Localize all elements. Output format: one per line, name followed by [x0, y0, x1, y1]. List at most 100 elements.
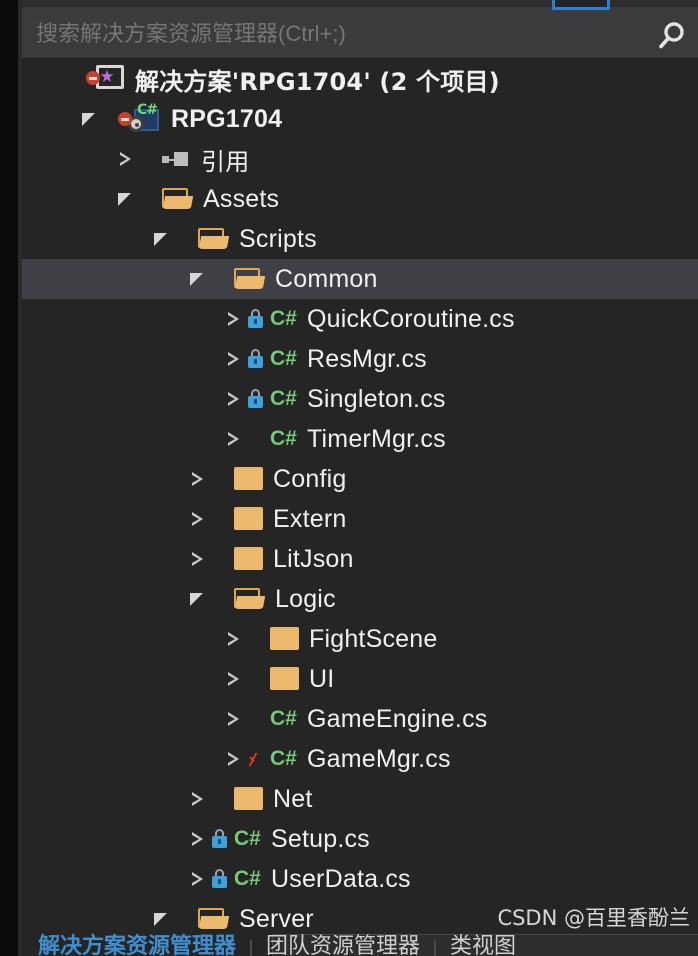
badge-placeholder	[210, 267, 230, 291]
tree-item-label: GameMgr.cs	[307, 744, 451, 773]
badge-placeholder	[210, 787, 230, 811]
expander-none-icon	[40, 59, 66, 99]
tree-item-litjson[interactable]: LitJson	[22, 539, 698, 579]
tree-item-label: Singleton.cs	[307, 384, 446, 413]
expander-expanded-icon[interactable]	[184, 259, 210, 299]
expander-collapsed-icon[interactable]	[220, 699, 246, 739]
tree-item-label: GameEngine.cs	[307, 704, 488, 733]
tree-item-resmgr-cs[interactable]: C# ResMgr.cs	[22, 339, 698, 379]
tree-item-label: Common	[275, 264, 378, 293]
search-input[interactable]	[34, 18, 638, 50]
tree-item-userdata-cs[interactable]: C# UserData.cs	[22, 859, 698, 899]
folder-open-icon	[234, 587, 266, 611]
badge-placeholder	[174, 227, 194, 251]
lock-icon	[210, 867, 230, 891]
tree-item-label: Config	[273, 464, 347, 493]
badge-placeholder	[210, 587, 230, 611]
expander-collapsed-icon[interactable]	[184, 459, 210, 499]
folder-icon	[234, 547, 264, 571]
tree-item-label: ResMgr.cs	[307, 344, 427, 373]
expander-collapsed-icon[interactable]	[184, 499, 210, 539]
expander-collapsed-icon[interactable]	[184, 859, 210, 899]
expander-collapsed-icon[interactable]	[184, 819, 210, 859]
tree-item-label: UserData.cs	[271, 864, 411, 893]
project-icon: C#	[118, 102, 162, 134]
left-gutter-edge	[18, 0, 22, 956]
tree-item-label: Extern	[273, 504, 347, 533]
tree-item-label: Setup.cs	[271, 824, 370, 853]
expander-collapsed-icon[interactable]	[220, 379, 246, 419]
tree-item-label: Net	[273, 784, 313, 813]
tree-item-label: RPG1704	[171, 104, 283, 133]
pending-change-check-icon	[246, 747, 266, 771]
tree-item-label: TimerMgr.cs	[307, 424, 446, 453]
badge-placeholder	[210, 507, 230, 531]
folder-icon	[234, 467, 264, 491]
tree-item-label: LitJson	[273, 544, 354, 573]
expander-expanded-icon[interactable]	[184, 579, 210, 619]
bottom-tab-2[interactable]: 类视图	[442, 928, 524, 956]
expander-collapsed-icon[interactable]	[220, 339, 246, 379]
tree-item-config[interactable]: Config	[22, 459, 698, 499]
tree-item-label: 解决方案'RPG1704' (2 个项目)	[135, 67, 500, 96]
tree-item-net[interactable]: Net	[22, 779, 698, 819]
tree-item-ui[interactable]: UI	[22, 659, 698, 699]
expander-collapsed-icon[interactable]	[220, 299, 246, 339]
search-icon[interactable]	[654, 19, 694, 53]
bottom-tab-1[interactable]: 团队资源管理器	[258, 928, 428, 956]
csharp-file-icon: C#	[270, 427, 297, 450]
tree-item-label: Scripts	[239, 224, 317, 253]
expander-expanded-icon[interactable]	[112, 179, 138, 219]
tree-item-extern[interactable]: Extern	[22, 499, 698, 539]
tree-item-setup-cs[interactable]: C# Setup.cs	[22, 819, 698, 859]
expander-collapsed-icon[interactable]	[112, 139, 138, 179]
bottom-tab-bar: 解决方案资源管理器 团队资源管理器 类视图	[22, 934, 698, 956]
tree-item-label: 引用	[201, 147, 250, 176]
lock-icon	[210, 827, 230, 851]
search-bar[interactable]	[22, 7, 698, 59]
expander-collapsed-icon[interactable]	[220, 739, 246, 779]
tree-item-rpg1704-2[interactable]: ★ 解决方案'RPG1704' (2 个项目)	[22, 59, 698, 99]
csharp-file-icon: C#	[270, 707, 297, 730]
solution-explorer-panel: ★ 解决方案'RPG1704' (2 个项目) C# RPG1704 引用 Assets S…	[0, 0, 698, 956]
tree-item-assets[interactable]: Assets	[22, 179, 698, 219]
bottom-tab-0[interactable]: 解决方案资源管理器	[30, 928, 244, 956]
csharp-file-icon: C#	[234, 827, 261, 850]
toolbar-focus-rectangle[interactable]	[552, 0, 610, 10]
solution-tree[interactable]: ★ 解决方案'RPG1704' (2 个项目) C# RPG1704 引用 Assets S…	[22, 59, 698, 939]
tree-item-logic[interactable]: Logic	[22, 579, 698, 619]
tree-item-gamemgr-cs[interactable]: C# GameMgr.cs	[22, 739, 698, 779]
tree-item-rpg1704[interactable]: C# RPG1704	[22, 99, 698, 139]
expander-collapsed-icon[interactable]	[220, 419, 246, 459]
csharp-file-icon: C#	[234, 867, 261, 890]
tree-item-gameengine-cs[interactable]: C# GameEngine.cs	[22, 699, 698, 739]
tree-item-common[interactable]: Common	[22, 259, 698, 299]
tree-item-quickcoroutine-cs[interactable]: C# QuickCoroutine.cs	[22, 299, 698, 339]
badge-placeholder	[246, 627, 266, 651]
lock-icon	[246, 387, 266, 411]
tree-item-fightscene[interactable]: FightScene	[22, 619, 698, 659]
solution-icon: ★	[86, 65, 126, 93]
csharp-file-icon: C#	[270, 747, 297, 770]
badge-placeholder	[246, 707, 266, 731]
tree-item-singleton-cs[interactable]: C# Singleton.cs	[22, 379, 698, 419]
tree-item-[interactable]: 引用	[22, 139, 698, 179]
badge-placeholder	[246, 427, 266, 451]
expander-expanded-icon[interactable]	[148, 219, 174, 259]
expander-collapsed-icon[interactable]	[184, 539, 210, 579]
expander-collapsed-icon[interactable]	[220, 659, 246, 699]
tree-item-timermgr-cs[interactable]: C# TimerMgr.cs	[22, 419, 698, 459]
tree-item-label: Logic	[275, 584, 336, 613]
tree-item-scripts[interactable]: Scripts	[22, 219, 698, 259]
tab-separator	[250, 940, 253, 956]
expander-collapsed-icon[interactable]	[184, 779, 210, 819]
folder-open-icon	[198, 227, 230, 251]
badge-placeholder	[210, 467, 230, 491]
tool-window-tabs[interactable]: 解决方案资源管理器 团队资源管理器 类视图	[30, 928, 524, 956]
tree-item-label: FightScene	[309, 624, 438, 653]
expander-collapsed-icon[interactable]	[220, 619, 246, 659]
badge-placeholder	[246, 667, 266, 691]
expander-expanded-icon[interactable]	[76, 99, 102, 139]
left-gutter	[0, 0, 18, 956]
tree-item-label: UI	[309, 664, 335, 693]
